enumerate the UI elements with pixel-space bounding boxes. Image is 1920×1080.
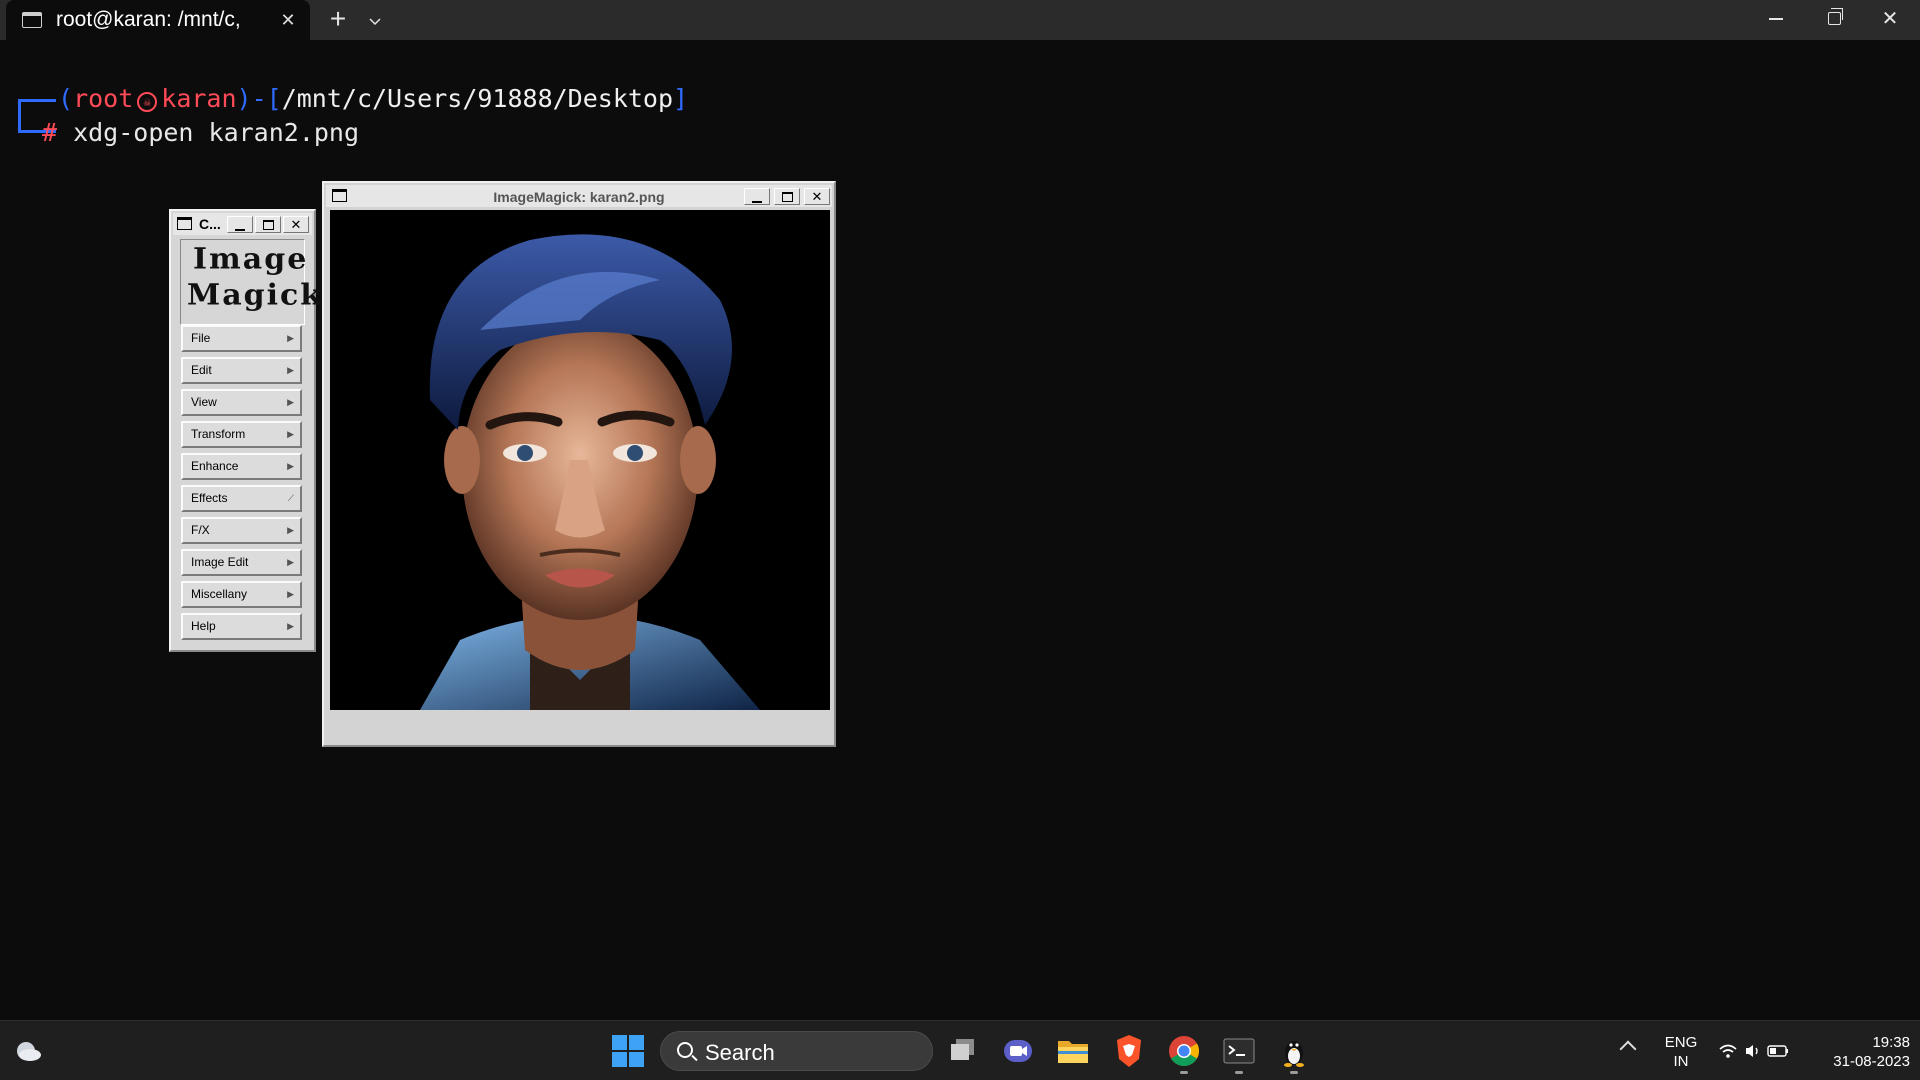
submenu-arrow-icon: ▶ [287,557,294,567]
terminal-tab-icon [22,12,42,28]
taskbar: Search ENG IN 19:38 31-08-2023 [0,1020,1920,1080]
submenu-arrow-icon: ▶ [287,333,294,343]
menu-fx[interactable]: F/X ▶ [181,517,302,544]
running-indicator [1235,1071,1243,1074]
prompt-bracket-close: ] [673,84,689,113]
minimize-button[interactable] [1748,0,1804,38]
prompt-path: /mnt/c/Users/91888/Desktop [281,84,674,113]
submenu-arrow-icon: ⟋ [287,493,294,503]
clock-date: 31-08-2023 [1833,1053,1910,1070]
menu-help[interactable]: Help ▶ [181,613,302,640]
minimize-icon [235,229,245,231]
image-window-title-bar[interactable]: ImageMagick: karan2.png ✕ [326,185,832,207]
language-indicator[interactable]: ENG IN [1660,1033,1702,1071]
prompt-user: root [73,84,134,113]
menu-enhance[interactable]: Enhance ▶ [181,453,302,480]
system-tray[interactable] [1716,1040,1796,1062]
logo-line-1: Image [193,242,309,277]
brave-browser-icon[interactable] [1109,1031,1149,1071]
region-code: IN [1673,1053,1689,1070]
chevron-down-icon [369,18,381,26]
kali-skull-icon: ☠ [137,92,158,112]
restore-icon [1827,8,1843,26]
commands-minimize-button[interactable] [227,216,253,233]
image-minimize-button[interactable] [744,188,770,205]
windows-logo-tile [629,1052,644,1067]
submenu-arrow-icon: ▶ [287,621,294,631]
menu-view[interactable]: View ▶ [181,389,302,416]
search-icon [677,1042,693,1058]
volume-icon [1746,1045,1758,1057]
menu-miscellany[interactable]: Miscellany ▶ [181,581,302,608]
submenu-arrow-icon: ▶ [287,365,294,375]
language-code: ENG [1664,1034,1698,1051]
imagemagick-commands-window: C... ✕ Image Magick File ▶ Edit ▶ View ▶ Tr… [169,209,321,652]
wifi-icon [1719,1044,1737,1058]
logo-line-2: Magick [187,278,324,313]
minimize-icon [752,201,762,203]
imagemagick-logo: Image Magick [180,239,321,325]
menu-image-edit[interactable]: Image Edit ▶ [181,549,302,576]
close-button[interactable]: ✕ [1862,0,1918,38]
prompt-symbol: # [42,118,58,147]
maximize-icon [262,220,274,230]
terminal-tab-title: root@karan: /mnt/c, [56,8,241,31]
search-label: Search [705,1040,775,1065]
prompt-separator: )-[ [236,84,282,113]
chrome-browser-icon[interactable] [1164,1031,1204,1071]
weather-icon[interactable] [14,1039,42,1063]
submenu-arrow-icon: ▶ [287,397,294,407]
windows-logo-tile [612,1052,627,1067]
commands-menu: File ▶ Edit ▶ View ▶ Transform ▶ Enhance ▶ Ef… [181,325,305,645]
terminal-tab[interactable]: root@karan: /mnt/c, ✕ [6,0,310,40]
show-hidden-icons-chevron-icon[interactable] [1619,1040,1637,1058]
commands-title-bar[interactable]: C... ✕ [173,213,312,235]
windows-logo-tile [612,1035,627,1050]
new-tab-button[interactable]: + [322,4,354,36]
submenu-arrow-icon: ▶ [287,589,294,599]
terminal-title-bar: root@karan: /mnt/c, ✕ + ✕ [0,0,1920,40]
clock-time: 19:38 [1872,1034,1910,1051]
teams-chat-icon[interactable] [998,1031,1038,1071]
command-text: xdg-open karan2.png [73,118,360,147]
minimize-icon [1769,18,1783,20]
submenu-arrow-icon: ▶ [287,429,294,439]
start-button[interactable] [612,1035,644,1067]
window-menu-icon[interactable] [177,217,192,230]
imagemagick-image-window: ImageMagick: karan2.png ✕ [322,181,836,747]
prompt-paren-open: ( [58,84,74,113]
commands-close-button[interactable]: ✕ [283,216,309,233]
tab-dropdown-button[interactable] [364,4,386,36]
submenu-arrow-icon: ▶ [287,525,294,535]
commands-title: C... [199,216,221,232]
maximize-icon [781,192,793,202]
menu-effects[interactable]: Effects ⟋ [181,485,302,512]
portrait-image[interactable] [330,210,830,710]
portrait-painting [330,210,830,710]
menu-transform[interactable]: Transform ▶ [181,421,302,448]
linux-penguin-icon[interactable] [1274,1031,1314,1071]
terminal-icon[interactable] [1219,1031,1259,1071]
menu-file[interactable]: File ▶ [181,325,302,352]
prompt-host: karan [161,84,237,113]
submenu-arrow-icon: ▶ [287,461,294,471]
prompt-line: (root ☠ karan)-[/mnt/c/Users/91888/Desktop… [58,84,688,113]
command-line: # xdg-open karan2.png [42,118,359,147]
battery-icon [1767,1045,1788,1057]
commands-maximize-button[interactable] [255,216,281,233]
image-close-button[interactable]: ✕ [804,188,830,205]
menu-edit[interactable]: Edit ▶ [181,357,302,384]
tab-close-icon[interactable]: ✕ [278,10,298,31]
running-indicator [1180,1071,1188,1074]
image-maximize-button[interactable] [774,188,800,205]
restore-button[interactable] [1806,0,1862,38]
running-indicator [1290,1071,1298,1074]
task-view-icon[interactable] [944,1031,984,1071]
taskbar-search[interactable]: Search [660,1031,933,1071]
system-clock[interactable]: 19:38 31-08-2023 [1810,1033,1910,1071]
file-explorer-icon[interactable] [1053,1031,1093,1071]
windows-logo-tile [629,1035,644,1050]
